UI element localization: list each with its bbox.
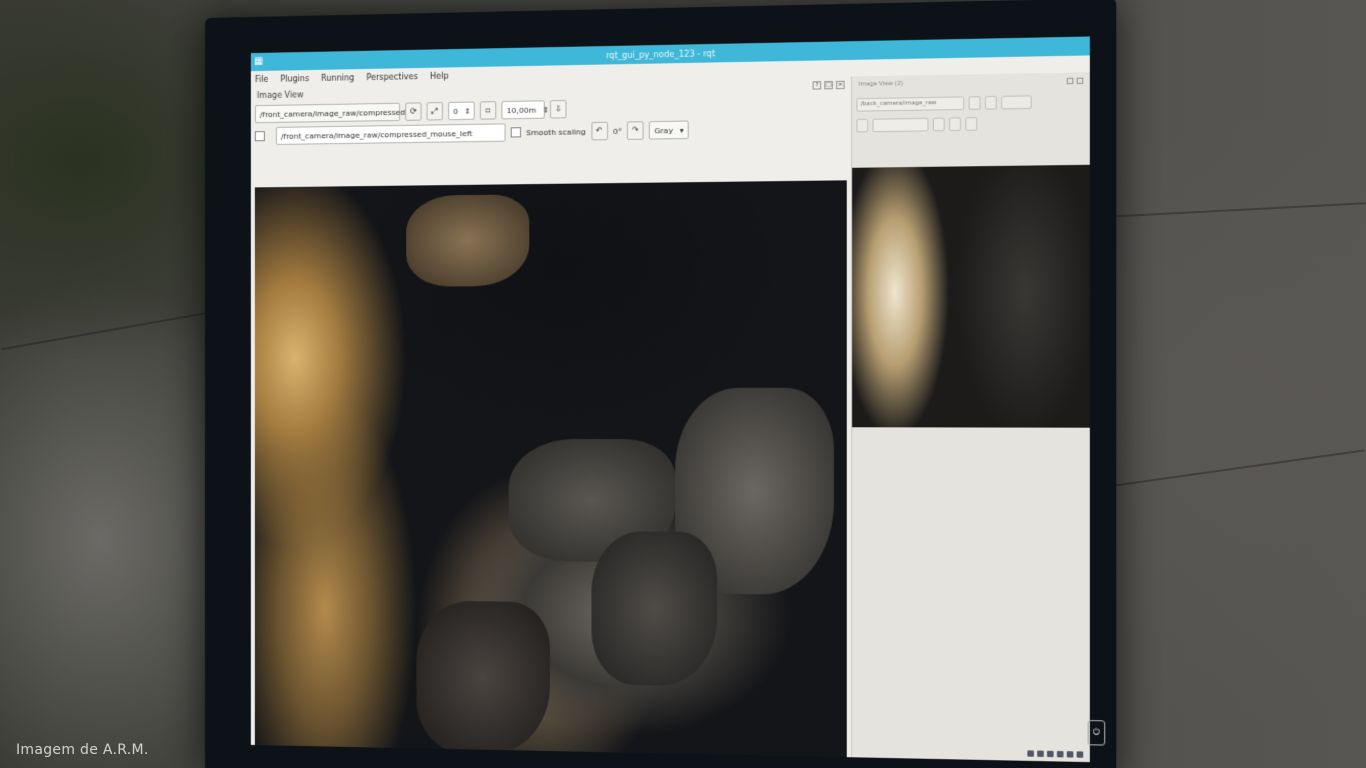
wall-crack — [1, 311, 209, 351]
side-controls: /back_camera/image_raw — [852, 89, 1090, 139]
topic-value: /front_camera/image_raw/compressed — [259, 107, 406, 119]
refresh-icon[interactable]: ⟳ — [405, 102, 422, 121]
spin-arrows-icon: ⇕ — [542, 104, 549, 115]
refresh-icon[interactable] — [968, 95, 981, 110]
rotate-left-icon[interactable]: ↶ — [591, 121, 608, 141]
panel-title: Image View — [256, 89, 304, 100]
publish-mouse-checkbox[interactable] — [856, 118, 869, 132]
float-icon[interactable] — [1066, 77, 1074, 85]
menu-plugins[interactable]: Plugins — [280, 74, 309, 84]
rock-shape — [416, 600, 550, 756]
zoom-fit-icon[interactable] — [984, 95, 997, 110]
max-range-value: 10,00m — [506, 105, 537, 115]
dynamic-range-checkbox[interactable]: ▫ — [479, 101, 497, 120]
close-icon[interactable]: × — [836, 80, 845, 90]
help-icon[interactable]: ? — [812, 81, 822, 90]
side-mouse-topic-input[interactable] — [872, 117, 929, 132]
max-range-spinbox[interactable] — [1001, 94, 1032, 109]
float-icon[interactable]: □ — [824, 80, 833, 90]
save-image-icon[interactable]: ⇩ — [549, 99, 567, 119]
image-view-panel: Image View ? □ × /front_camera/image_raw… — [250, 76, 852, 762]
spin-arrows-icon: ⇕ — [464, 106, 471, 116]
menu-help[interactable]: Help — [430, 71, 449, 80]
tray-icon[interactable] — [1056, 750, 1064, 758]
rotate-right-icon[interactable] — [965, 116, 978, 131]
tray-icon[interactable] — [1076, 751, 1084, 758]
rock-shape — [591, 531, 718, 687]
zoom-spinbox[interactable]: 0 ⇕ — [448, 101, 475, 121]
tray-icon[interactable] — [1066, 751, 1074, 758]
side-topic-select[interactable]: /back_camera/image_raw — [856, 95, 965, 112]
side-camera-image[interactable] — [852, 164, 1090, 428]
rotate-right-icon[interactable]: ↷ — [627, 121, 644, 140]
max-range-spinbox[interactable]: 10,00m ⇕ — [501, 100, 549, 120]
monitor-button-icon[interactable]: ⏻ — [1087, 720, 1106, 746]
side-row — [856, 112, 1085, 134]
topic-select[interactable]: /front_camera/image_raw/compressed ▾ — [254, 102, 409, 124]
monitor: ▦ rqt_gui_py_node_123 - rqt File Plugins… — [205, 0, 1117, 768]
menu-file[interactable]: File — [255, 74, 268, 83]
mouse-topic-input[interactable]: /front_camera/image_raw/compressed_mouse… — [275, 123, 506, 145]
side-topic-value: /back_camera/image_raw — [860, 99, 937, 108]
color-scheme-select[interactable]: Gray ▾ — [649, 120, 689, 140]
side-dock-buttons — [1066, 77, 1084, 85]
publish-mouse-checkbox[interactable] — [254, 131, 265, 142]
screen: ▦ rqt_gui_py_node_123 - rqt File Plugins… — [250, 36, 1090, 763]
smooth-scaling-checkbox[interactable] — [932, 117, 945, 131]
side-row: /back_camera/image_raw — [856, 91, 1085, 114]
main-area: Image View ? □ × /front_camera/image_raw… — [250, 72, 1090, 763]
zoom-fit-icon[interactable]: ⤢ — [426, 102, 443, 121]
window-title: rqt_gui_py_node_123 - rqt — [605, 48, 716, 60]
side-image-panel: Image View (2) /back_camera/image_raw — [851, 72, 1090, 763]
watermark: Imagem de A.R.M. — [16, 742, 149, 758]
rock-shape — [406, 194, 530, 287]
close-icon[interactable] — [1076, 77, 1084, 85]
tray-icon[interactable] — [1047, 750, 1054, 758]
mouse-topic-value: /front_camera/image_raw/compressed_mouse… — [280, 128, 473, 141]
smooth-scaling-label: Smooth scaling — [526, 126, 586, 137]
dock-buttons: ? □ × — [812, 80, 845, 90]
camera-image[interactable] — [254, 180, 847, 762]
menu-perspectives[interactable]: Perspectives — [366, 72, 417, 82]
tray-icon[interactable] — [1027, 750, 1034, 757]
rotate-left-icon[interactable] — [949, 116, 961, 131]
side-panel-title: Image View (2) — [858, 80, 904, 88]
zoom-value: 0 — [453, 106, 459, 116]
menu-running[interactable]: Running — [321, 73, 354, 83]
system-tray — [1027, 750, 1084, 758]
app-grid-icon: ▦ — [253, 55, 264, 68]
tray-icon[interactable] — [1037, 750, 1044, 757]
color-scheme-value: Gray — [654, 125, 674, 135]
chevron-down-icon: ▾ — [679, 125, 684, 135]
smooth-scaling-checkbox[interactable] — [510, 127, 522, 138]
rotation-value: 0° — [612, 126, 622, 136]
